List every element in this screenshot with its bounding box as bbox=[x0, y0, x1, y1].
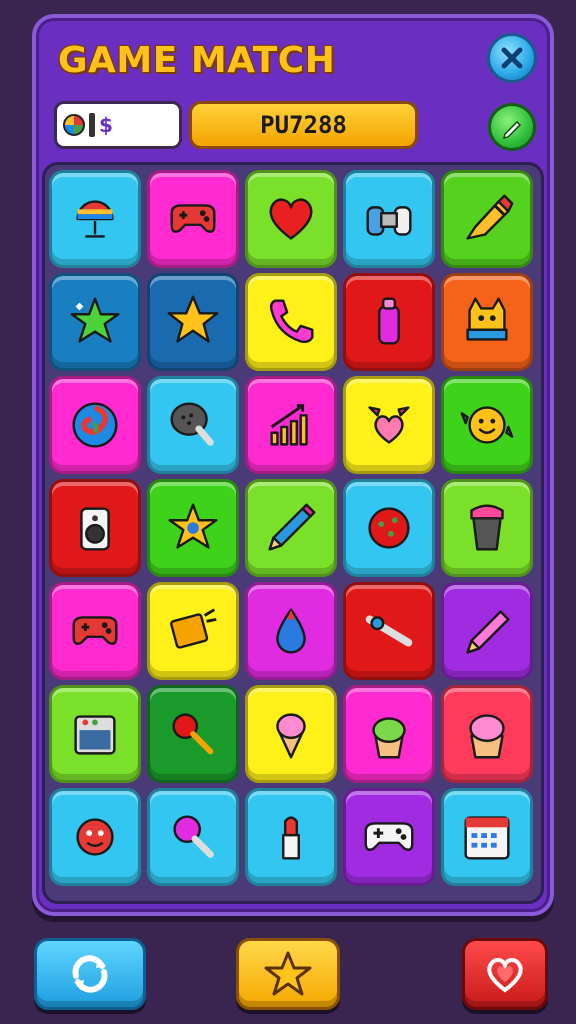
tile-ice-cream[interactable] bbox=[245, 685, 337, 783]
tile-pencil-brush[interactable] bbox=[441, 170, 533, 268]
lollipop-icon bbox=[172, 713, 214, 755]
smiley-candy-icon bbox=[460, 406, 514, 444]
player-code-button[interactable]: PU7288 bbox=[189, 101, 418, 149]
green-star-icon bbox=[70, 297, 120, 343]
currency-display: $ bbox=[54, 101, 182, 149]
gamepad-icon bbox=[170, 204, 216, 233]
heart-icon bbox=[487, 958, 523, 993]
microphone-icon bbox=[170, 402, 214, 446]
refresh-button[interactable] bbox=[34, 938, 146, 1010]
tile-cup[interactable] bbox=[441, 479, 533, 577]
tile-speaker[interactable] bbox=[49, 479, 141, 577]
tile-grid bbox=[49, 170, 539, 886]
green-cupcake-icon bbox=[372, 717, 406, 759]
tile-gamepad[interactable] bbox=[49, 582, 141, 680]
radio-icon bbox=[74, 715, 116, 755]
tile-bar-graph[interactable] bbox=[245, 376, 337, 474]
coin-icon bbox=[63, 114, 85, 136]
heart-button[interactable] bbox=[462, 938, 548, 1010]
tile-red-monster[interactable] bbox=[49, 788, 141, 886]
tile-striped-lamp[interactable] bbox=[49, 170, 141, 268]
swirl-orb-icon bbox=[72, 402, 118, 448]
winged-heart-icon bbox=[368, 406, 410, 444]
tile-microphone[interactable] bbox=[147, 376, 239, 474]
tile-bottle[interactable] bbox=[343, 273, 435, 371]
currency-symbol: $ bbox=[99, 113, 113, 137]
tile-phone-card[interactable] bbox=[147, 582, 239, 680]
tile-drop[interactable] bbox=[245, 582, 337, 680]
speaker-icon bbox=[80, 507, 110, 551]
tile-pin[interactable] bbox=[343, 582, 435, 680]
tile-winged-heart[interactable] bbox=[343, 376, 435, 474]
tile-heart[interactable] bbox=[245, 170, 337, 268]
bottle-icon bbox=[378, 297, 400, 345]
star-badge-icon bbox=[168, 503, 218, 549]
tile-white-gamepad[interactable] bbox=[343, 788, 435, 886]
white-gamepad-icon bbox=[364, 822, 414, 851]
tile-gamepad[interactable] bbox=[147, 170, 239, 268]
tile-controller[interactable] bbox=[343, 170, 435, 268]
wallet-icon bbox=[89, 113, 95, 137]
tile-pencil[interactable] bbox=[441, 582, 533, 680]
tile-red-ball[interactable] bbox=[343, 479, 435, 577]
close-icon bbox=[501, 47, 523, 69]
phone-card-icon bbox=[170, 608, 217, 649]
edit-button[interactable] bbox=[488, 103, 536, 151]
striped-lamp-icon bbox=[76, 200, 114, 238]
red-monster-icon bbox=[76, 818, 114, 856]
ice-cream-icon bbox=[276, 713, 306, 759]
tile-green-star[interactable] bbox=[49, 273, 141, 371]
tile-green-cupcake[interactable] bbox=[343, 685, 435, 783]
tile-lipstick[interactable] bbox=[245, 788, 337, 886]
red-ball-icon bbox=[368, 507, 410, 549]
candy-stick-icon bbox=[173, 815, 214, 858]
tile-pink-cupcake[interactable] bbox=[441, 685, 533, 783]
tile-lollipop[interactable] bbox=[147, 685, 239, 783]
pink-cupcake-icon bbox=[469, 714, 505, 759]
pin-icon bbox=[365, 615, 413, 647]
pencil-brush-icon bbox=[466, 194, 514, 240]
tile-cat-scarf[interactable] bbox=[441, 273, 533, 371]
lipstick-icon bbox=[282, 816, 300, 860]
tile-swirl-orb[interactable] bbox=[49, 376, 141, 474]
tile-yellow-star[interactable] bbox=[147, 273, 239, 371]
bar-graph-icon bbox=[270, 404, 308, 446]
tile-star-badge[interactable] bbox=[147, 479, 239, 577]
tile-calendar[interactable] bbox=[441, 788, 533, 886]
yellow-star-icon bbox=[167, 295, 219, 343]
pencil-icon bbox=[502, 120, 522, 140]
game-title: GAME MATCH bbox=[58, 40, 336, 81]
star-button[interactable] bbox=[236, 938, 340, 1010]
close-button[interactable] bbox=[487, 33, 537, 83]
pencil-icon bbox=[466, 610, 510, 654]
heart-icon bbox=[269, 198, 313, 240]
tile-candy-stick[interactable] bbox=[147, 788, 239, 886]
drop-icon bbox=[276, 608, 306, 654]
star-icon bbox=[264, 951, 312, 996]
tile-radio[interactable] bbox=[49, 685, 141, 783]
cat-scarf-icon bbox=[466, 297, 508, 341]
calendar-icon bbox=[464, 816, 510, 860]
tile-phone[interactable] bbox=[245, 273, 337, 371]
tile-marker[interactable] bbox=[245, 479, 337, 577]
phone-icon bbox=[269, 299, 314, 344]
marker-icon bbox=[268, 503, 316, 551]
gamepad-icon bbox=[72, 616, 118, 645]
cup-icon bbox=[470, 504, 504, 551]
tile-smiley-candy[interactable] bbox=[441, 376, 533, 474]
controller-icon bbox=[366, 206, 412, 236]
refresh-icon bbox=[72, 955, 108, 993]
